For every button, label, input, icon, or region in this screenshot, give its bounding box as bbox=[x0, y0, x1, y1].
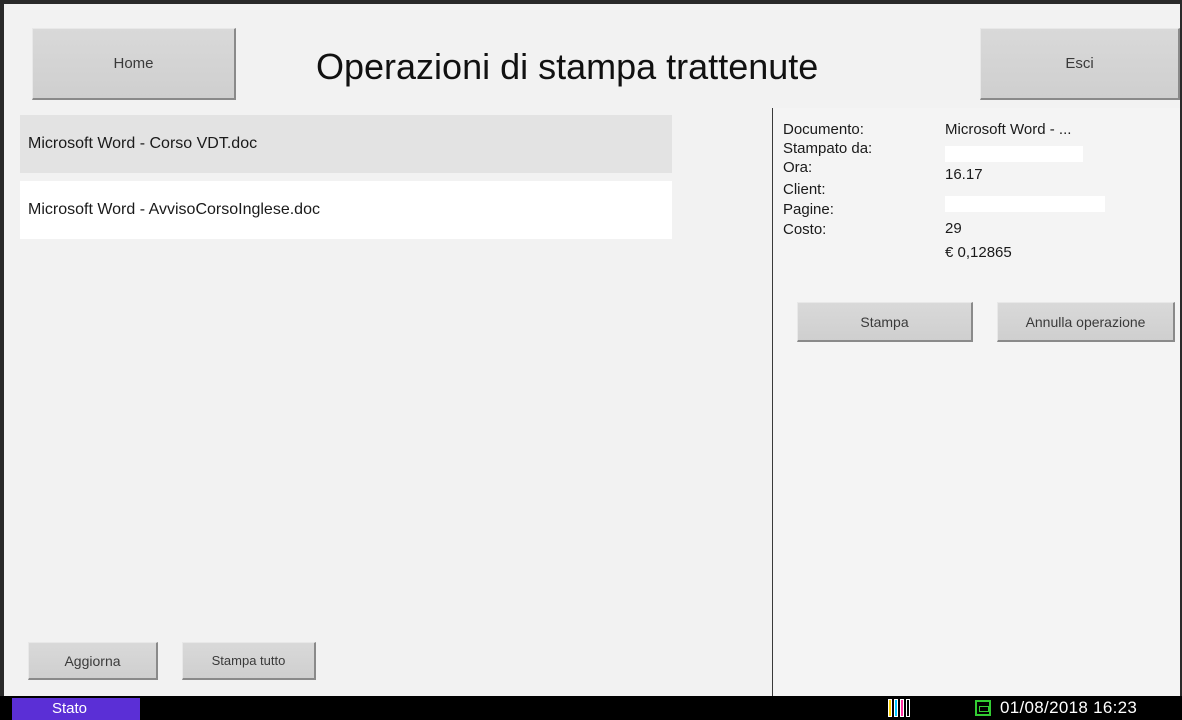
time-label: Ora: bbox=[783, 159, 813, 176]
header: Home Operazioni di stampa trattenute Esc… bbox=[4, 4, 1180, 108]
job-list-item[interactable]: Microsoft Word - Corso VDT.doc bbox=[20, 115, 672, 173]
cost-label: Costo: bbox=[783, 221, 827, 238]
status-bar: Stato 01/08/2018 16:23 bbox=[0, 696, 1182, 720]
print-all-button[interactable]: Stampa tutto bbox=[182, 642, 316, 680]
date-time: 01/08/2018 16:23 bbox=[1000, 698, 1138, 717]
cancel-operation-button[interactable]: Annulla operazione bbox=[997, 302, 1175, 342]
toner-black bbox=[906, 699, 910, 717]
job-list-item[interactable]: Microsoft Word - AvvisoCorsoInglese.doc bbox=[20, 181, 672, 239]
network-icon bbox=[975, 700, 991, 716]
pages-label: Pagine: bbox=[783, 201, 834, 218]
toner-magenta bbox=[900, 699, 904, 717]
client-label: Client: bbox=[783, 181, 826, 198]
home-button[interactable]: Home bbox=[32, 28, 236, 100]
printed-by-label: Stampato da: bbox=[783, 140, 873, 157]
refresh-button[interactable]: Aggiorna bbox=[28, 642, 158, 680]
pages-value: 29 bbox=[945, 220, 962, 237]
exit-button[interactable]: Esci bbox=[980, 28, 1180, 100]
document-value: Microsoft Word - ... bbox=[945, 121, 1072, 138]
held-jobs-panel: Microsoft Word - Corso VDT.doc Microsoft… bbox=[4, 108, 772, 696]
client-value bbox=[945, 196, 1105, 212]
toner-yellow bbox=[888, 699, 892, 717]
print-button[interactable]: Stampa bbox=[797, 302, 973, 342]
cost-value: € 0,12865 bbox=[945, 244, 1012, 261]
status-button[interactable]: Stato bbox=[12, 698, 140, 720]
printed-by-value bbox=[945, 146, 1083, 162]
time-value: 16.17 bbox=[945, 166, 983, 183]
toner-level-icon bbox=[888, 699, 910, 717]
job-details-panel: Documento: Microsoft Word - ... Stampato… bbox=[773, 108, 1180, 696]
page-title: Operazioni di stampa trattenute bbox=[316, 46, 819, 87]
document-label: Documento: bbox=[783, 121, 864, 138]
toner-cyan bbox=[894, 699, 898, 717]
